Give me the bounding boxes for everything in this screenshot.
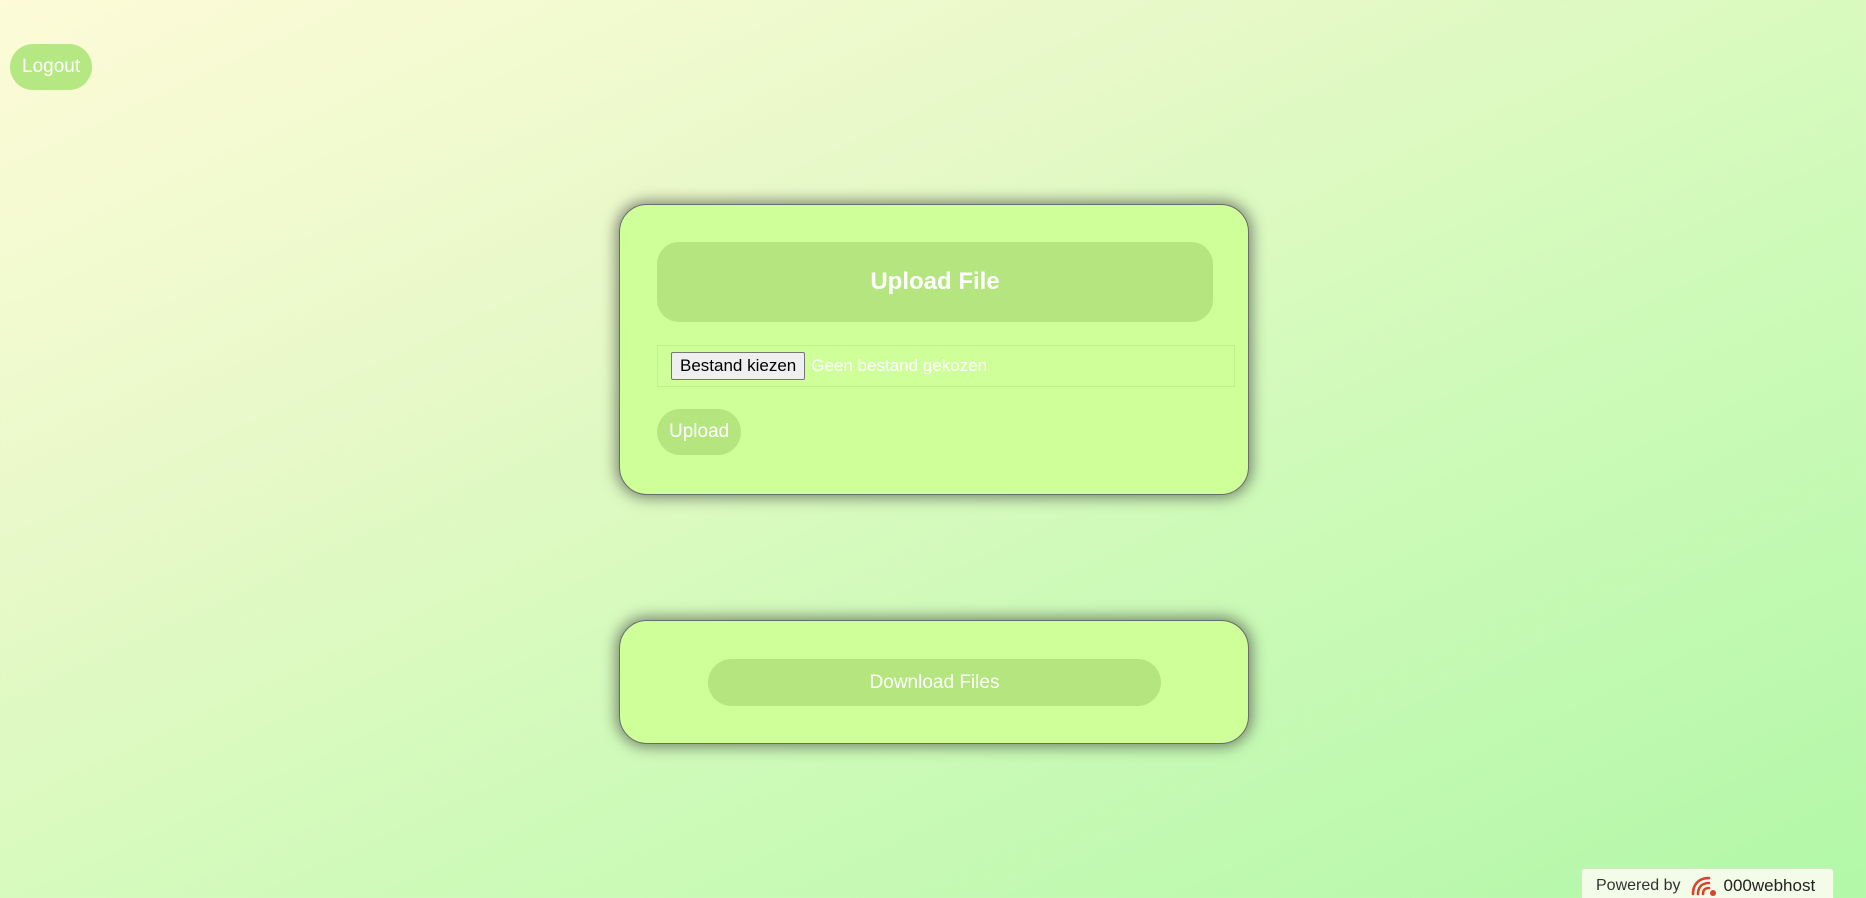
brand-name: 000webhost (1723, 876, 1816, 895)
file-status-text: Geen bestand gekozen (811, 356, 988, 375)
upload-title: Upload File (657, 242, 1213, 322)
download-card: Download Files (619, 620, 1249, 744)
powered-by-badge[interactable]: Powered by 000webhost (1581, 868, 1834, 898)
000webhost-logo-icon (1689, 874, 1719, 898)
choose-file-button[interactable]: Bestand kiezen (671, 352, 806, 380)
upload-card: Upload File Bestand kiezen Geen bestand … (619, 204, 1249, 495)
powered-by-text: Powered by (1596, 877, 1681, 894)
file-input[interactable]: Bestand kiezen Geen bestand gekozen (657, 345, 1235, 387)
upload-button[interactable]: Upload (657, 409, 742, 455)
download-files-button[interactable]: Download Files (708, 659, 1161, 706)
logout-button[interactable]: Logout (10, 44, 93, 90)
